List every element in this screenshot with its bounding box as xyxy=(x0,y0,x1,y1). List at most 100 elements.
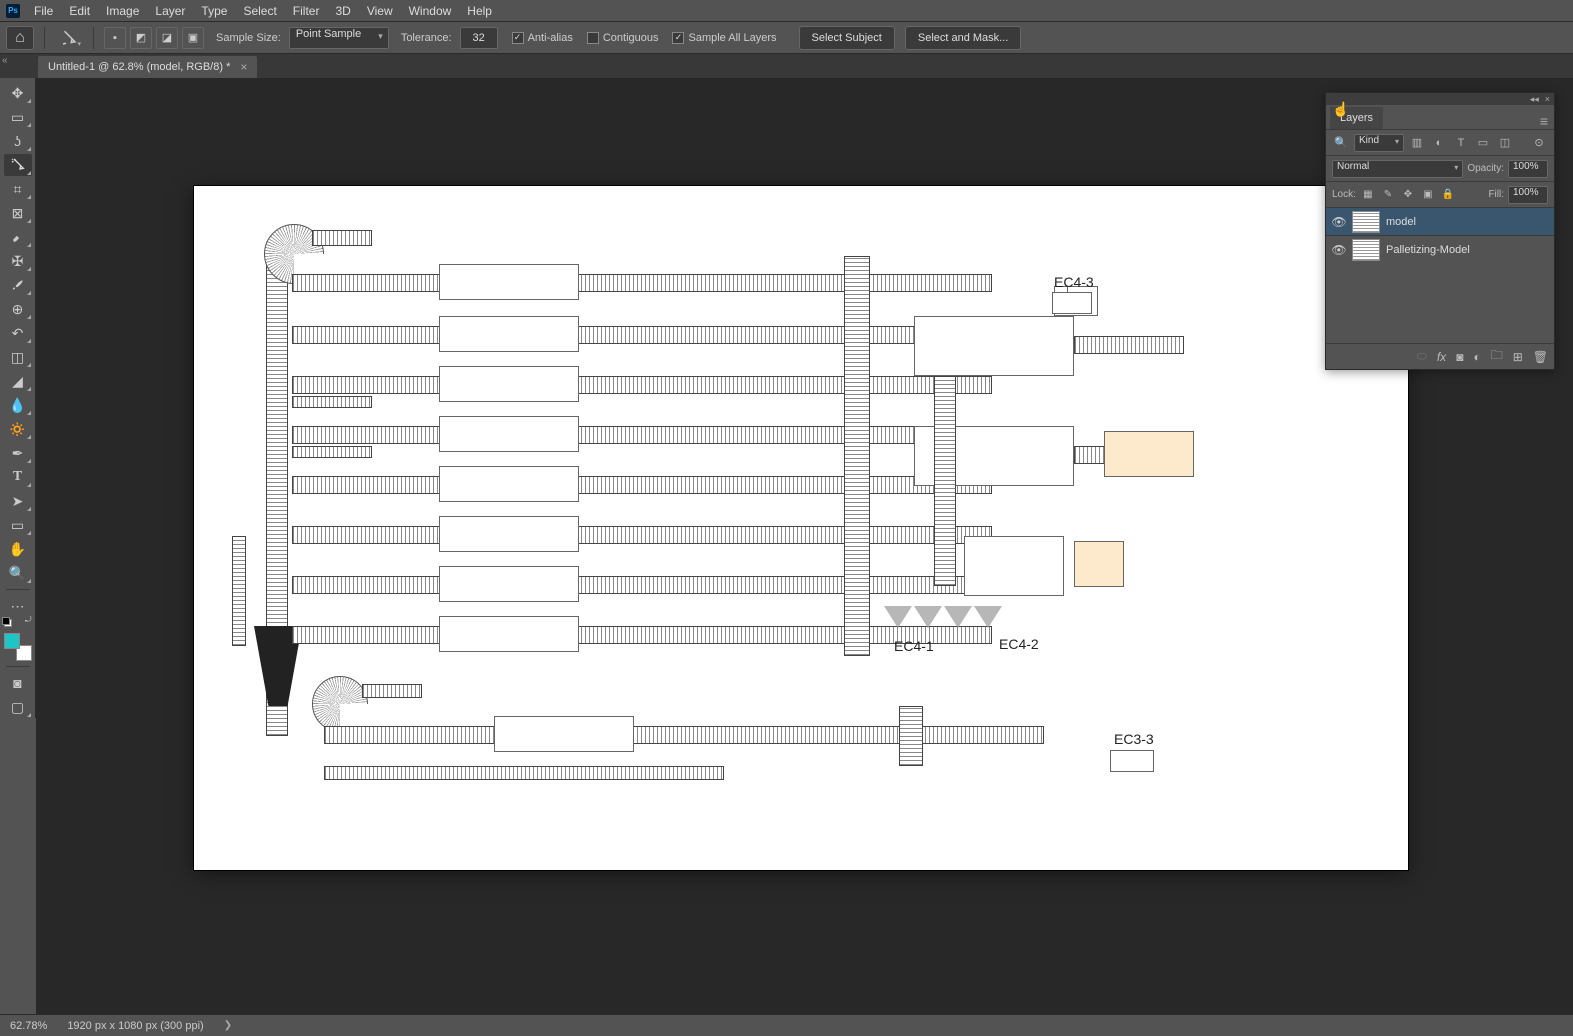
document-tab[interactable]: Untitled-1 @ 62.8% (model, RGB/8) * × xyxy=(38,56,257,78)
menu-layer[interactable]: Layer xyxy=(147,4,193,18)
menu-image[interactable]: Image xyxy=(98,4,147,18)
layers-tab[interactable]: Layers xyxy=(1330,107,1383,129)
options-collapse-toggle[interactable]: « xyxy=(2,55,8,66)
status-flyout-icon[interactable]: ❯ xyxy=(224,1020,232,1031)
layer-name[interactable]: Palletizing-Model xyxy=(1386,244,1470,256)
lock-all-icon[interactable]: 🔒 xyxy=(1440,187,1456,203)
foreground-color-swatch[interactable] xyxy=(4,633,20,649)
hand-tool[interactable]: ✋ xyxy=(4,538,32,560)
menu-edit[interactable]: Edit xyxy=(61,4,98,18)
new-selection-button[interactable]: ▪ xyxy=(104,27,126,49)
edit-toolbar-button[interactable]: ⋯ xyxy=(4,595,32,617)
collapse-panel-icon[interactable]: ◂◂ xyxy=(1530,94,1539,105)
menu-window[interactable]: Window xyxy=(401,4,460,18)
path-selection-tool[interactable]: ➤ xyxy=(4,490,32,512)
filter-pixel-icon[interactable]: ▥ xyxy=(1408,134,1426,152)
fill-input[interactable]: 100% xyxy=(1508,186,1548,204)
history-brush-tool[interactable]: ↶ xyxy=(4,322,32,344)
conveyor-lane xyxy=(324,766,724,780)
magic-wand-tool[interactable] xyxy=(4,154,32,176)
lock-artboard-icon[interactable]: ▣ xyxy=(1420,187,1436,203)
move-tool[interactable]: ✥ xyxy=(4,82,32,104)
lasso-tool[interactable]: ʖ xyxy=(4,130,32,152)
brush-tool[interactable] xyxy=(4,274,32,296)
filter-toggle-icon[interactable]: ⊙ xyxy=(1530,134,1548,152)
healing-brush-tool[interactable]: ✠ xyxy=(4,250,32,272)
filter-smart-icon[interactable]: ◫ xyxy=(1496,134,1514,152)
screen-mode-button[interactable]: ▢ xyxy=(4,696,32,718)
color-swatches[interactable] xyxy=(4,633,32,661)
select-and-mask-button[interactable]: Select and Mask... xyxy=(905,26,1022,50)
rectangle-tool[interactable]: ▭ xyxy=(4,514,32,536)
menu-type[interactable]: Type xyxy=(193,4,235,18)
filter-adjustment-icon[interactable]: ◐ xyxy=(1430,134,1448,152)
close-panel-icon[interactable]: × xyxy=(1545,94,1550,104)
visibility-toggle-icon[interactable]: 👁 xyxy=(1332,215,1346,229)
select-subject-button[interactable]: Select Subject xyxy=(799,26,895,50)
adjustment-layer-icon[interactable]: ◐ xyxy=(1473,350,1480,364)
layer-name[interactable]: model xyxy=(1386,216,1416,228)
search-icon[interactable]: 🔍 xyxy=(1332,134,1350,152)
pen-tool[interactable]: ✒ xyxy=(4,442,32,464)
home-button[interactable]: ⌂ xyxy=(6,26,34,50)
menu-filter[interactable]: Filter xyxy=(285,4,328,18)
conveyor-hub xyxy=(844,256,870,656)
clone-stamp-tool[interactable]: ⊕ xyxy=(4,298,32,320)
panel-menu-icon[interactable]: ≡ xyxy=(1540,113,1548,129)
frame-tool[interactable]: ⊠ xyxy=(4,202,32,224)
filter-type-icon[interactable]: T xyxy=(1452,134,1470,152)
marquee-tool[interactable]: ▭ xyxy=(4,106,32,128)
quick-mask-button[interactable]: ◙ xyxy=(4,672,32,694)
tolerance-input[interactable] xyxy=(460,27,498,49)
conveyor-segment xyxy=(292,396,372,408)
dodge-tool[interactable]: 🔅 xyxy=(4,418,32,440)
filter-shape-icon[interactable]: ▭ xyxy=(1474,134,1492,152)
close-tab-button[interactable]: × xyxy=(240,60,247,74)
canvas-area[interactable]: EC4-3 EC4-1 EC4-2 EC3-3 ◂◂ × Layers ≡ 🔍 xyxy=(36,78,1573,1014)
new-layer-icon[interactable]: ⊞ xyxy=(1513,350,1523,364)
new-group-icon[interactable]: 🗀 xyxy=(1491,346,1503,367)
layer-row[interactable]: 👁 model xyxy=(1326,207,1554,235)
lock-transparency-icon[interactable]: ▦ xyxy=(1360,187,1376,203)
menu-view[interactable]: View xyxy=(359,4,401,18)
link-layers-icon[interactable]: ⬭ xyxy=(1417,349,1427,364)
document-info[interactable]: 1920 px x 1080 px (300 ppi) xyxy=(67,1020,203,1032)
delete-layer-icon[interactable]: 🗑 xyxy=(1533,350,1548,364)
label-box xyxy=(1052,292,1092,314)
intersect-selection-button[interactable]: ▣ xyxy=(182,27,204,49)
layer-style-icon[interactable]: fx xyxy=(1437,350,1446,364)
menu-help[interactable]: Help xyxy=(459,4,500,18)
sample-all-layers-checkbox[interactable]: Sample All Layers xyxy=(672,32,776,44)
add-selection-button[interactable]: ◩ xyxy=(130,27,152,49)
lock-position-icon[interactable]: ✥ xyxy=(1400,187,1416,203)
layer-row[interactable]: 👁 Palletizing-Model ☝ xyxy=(1326,235,1554,263)
layer-thumbnail[interactable] xyxy=(1352,211,1380,233)
tool-preset-picker[interactable]: ▾ xyxy=(55,26,83,50)
filter-kind-select[interactable]: Kind xyxy=(1354,134,1404,152)
zoom-tool[interactable]: 🔍 xyxy=(4,562,32,584)
type-tool[interactable]: T xyxy=(4,466,32,488)
machine xyxy=(439,566,579,602)
layer-mask-icon[interactable]: ◙ xyxy=(1456,350,1463,364)
opacity-input[interactable]: 100% xyxy=(1508,160,1548,178)
layer-thumbnail[interactable] xyxy=(1352,239,1380,261)
zoom-level[interactable]: 62.78% xyxy=(10,1020,47,1032)
eyedropper-tool[interactable] xyxy=(4,226,32,248)
eraser-tool[interactable]: ◫ xyxy=(4,346,32,368)
crop-tool[interactable]: ⌗ xyxy=(4,178,32,200)
contiguous-checkbox[interactable]: Contiguous xyxy=(587,32,659,44)
default-colors-icon[interactable] xyxy=(2,617,12,627)
subtract-selection-button[interactable]: ◪ xyxy=(156,27,178,49)
blur-tool[interactable]: 💧 xyxy=(4,394,32,416)
antialias-checkbox[interactable]: Anti-alias xyxy=(512,32,573,44)
menu-select[interactable]: Select xyxy=(235,4,284,18)
gradient-tool[interactable]: ◢ xyxy=(4,370,32,392)
visibility-toggle-icon[interactable]: 👁 xyxy=(1332,243,1346,257)
lock-pixels-icon[interactable]: ✎ xyxy=(1380,187,1396,203)
swap-colors-icon[interactable]: ⤾ xyxy=(25,615,32,625)
sample-size-select[interactable]: Point Sample xyxy=(289,27,389,49)
menu-3d[interactable]: 3D xyxy=(327,4,358,18)
panel-titlebar[interactable]: ◂◂ × xyxy=(1326,93,1554,105)
menu-file[interactable]: File xyxy=(26,4,61,18)
blend-mode-select[interactable]: Normal xyxy=(1332,160,1463,178)
